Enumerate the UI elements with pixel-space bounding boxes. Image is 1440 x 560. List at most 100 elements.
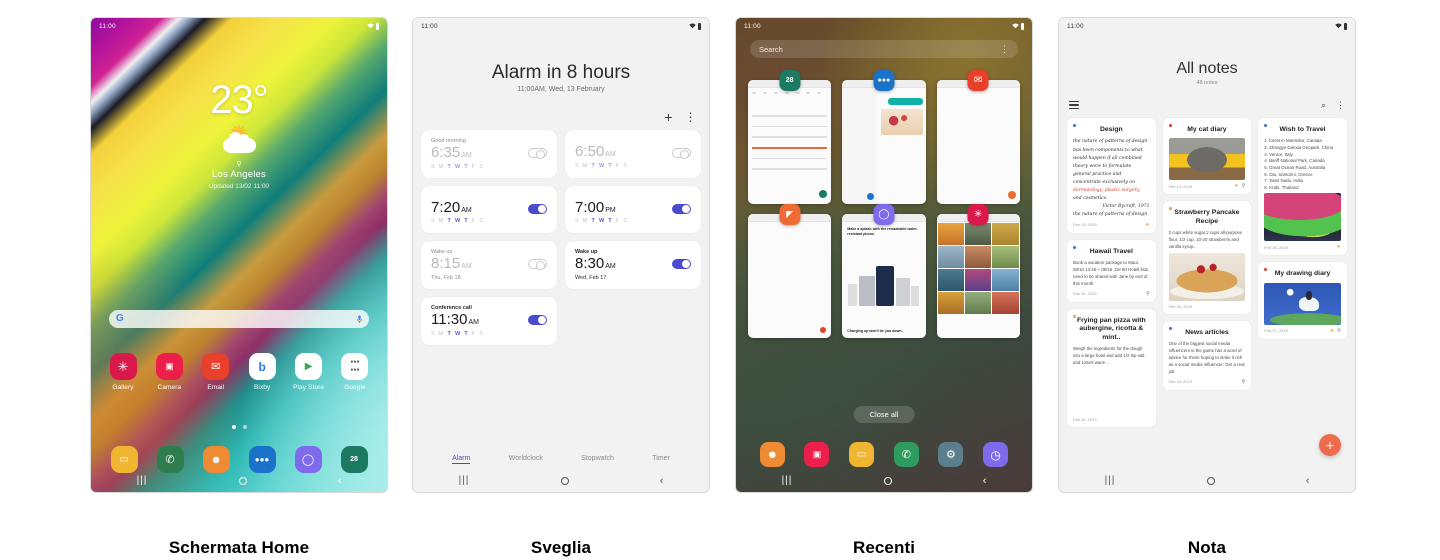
pin-icon: ⚲: [1241, 183, 1246, 190]
clock-icon[interactable]: ◷: [983, 442, 1009, 467]
tab-stopwatch[interactable]: Stopwatch: [581, 455, 614, 465]
recent-card-calendar[interactable]: 28: [748, 70, 832, 204]
calendar-icon[interactable]: 28: [340, 446, 368, 473]
note-card-cat[interactable]: My cat diary Feb 19, 2019 ★ ⚲: [1162, 118, 1252, 195]
alarm-toggle[interactable]: [672, 148, 691, 159]
list-item: 8. Krabi, Thailand: [1264, 184, 1299, 190]
home-icon[interactable]: [883, 477, 892, 485]
home-icon[interactable]: [1206, 477, 1215, 485]
app-label: Play Store: [293, 384, 325, 391]
tab-timer[interactable]: Timer: [652, 455, 670, 465]
hamburger-menu-icon[interactable]: [1069, 99, 1079, 111]
alarm-card[interactable]: 6:50AM S M T W T F S: [565, 130, 701, 178]
weather-widget[interactable]: 23° ⚲ Los Angeles Updated 13/02 11:00: [91, 80, 387, 190]
camera-icon[interactable]: ▣: [804, 442, 830, 467]
alarm-date: Thu, Feb 18: [431, 275, 461, 281]
internet-icon[interactable]: ◯: [294, 446, 322, 473]
alarm-toggle[interactable]: [672, 203, 691, 214]
status-icons: [1334, 22, 1347, 30]
search-icon[interactable]: ⌕: [1321, 100, 1326, 111]
app-google-folder[interactable]: ●●● ●●● Google: [333, 353, 377, 391]
recent-card-notes[interactable]: ◤: [748, 204, 832, 338]
back-icon[interactable]: ‹: [660, 475, 664, 487]
note-title: Design: [1099, 126, 1123, 133]
recent-card-gallery[interactable]: ✳: [936, 204, 1020, 338]
recent-thumbnail: [936, 80, 1020, 204]
settings-icon[interactable]: ⚙: [938, 442, 964, 467]
recents-icon[interactable]: |||: [459, 476, 470, 486]
note-title: Frying pan pizza with aubergine, ricotta…: [1076, 316, 1146, 341]
back-icon[interactable]: ‹: [1306, 475, 1310, 487]
app-play-store[interactable]: ▶ Play Store: [287, 353, 331, 391]
alarm-toggle[interactable]: [672, 258, 691, 269]
back-icon[interactable]: ‹: [983, 475, 987, 487]
alarm-card[interactable]: Wake up 8:30AM Wed, Feb 17: [565, 240, 701, 289]
search-input[interactable]: Search ⋮: [750, 40, 1018, 58]
alarm-card[interactable]: 7:00PM S M T W T F S: [565, 185, 701, 233]
note-card-design[interactable]: Design the nature of patterns of design …: [1067, 118, 1156, 233]
email-icon: ✉: [202, 353, 230, 380]
note-card-news[interactable]: News articles One of the biggest social …: [1162, 320, 1252, 390]
phone-recents-screen: 11:00 Search ⋮ 28 ●●● ✉ ◤ ◯ Make a splas…: [735, 17, 1033, 493]
alarm-toggle[interactable]: [528, 315, 547, 325]
weather-temperature: 23°: [210, 78, 269, 122]
recent-card-internet[interactable]: ◯ Make a splash with the remarkable wate…: [842, 204, 926, 338]
alarm-toggle[interactable]: [528, 258, 547, 270]
note-card-pizza[interactable]: Frying pan pizza with aubergine, ricotta…: [1067, 308, 1156, 427]
close-all-button[interactable]: Close all: [853, 406, 915, 423]
alarm-card[interactable]: Conference call 11:30AM S M T W T F S: [421, 297, 557, 345]
phone-alarm-screen: 11:00 Alarm in 8 hours 11:00AM, Wed, 13 …: [412, 17, 710, 493]
status-icons: [1011, 22, 1024, 30]
tab-worldclock[interactable]: Worldclock: [509, 455, 543, 465]
recent-card-email[interactable]: ✉: [936, 70, 1020, 204]
plus-icon[interactable]: +: [664, 110, 672, 124]
alarm-card[interactable]: 7:20AM S M T W T F S: [421, 185, 557, 233]
recent-card-messages[interactable]: ●●●: [842, 70, 926, 204]
alarm-toggle[interactable]: [528, 148, 547, 159]
messages-icon[interactable]: ●●●: [248, 446, 276, 473]
note-tag-icon: [1073, 124, 1076, 127]
tab-alarm[interactable]: Alarm: [452, 455, 471, 464]
add-note-button[interactable]: +: [1319, 434, 1341, 456]
phone-icon[interactable]: ✆: [893, 442, 919, 467]
note-title: Strawberry Pancake Recipe: [1174, 209, 1240, 225]
note-card-wish-travel[interactable]: Wish to Travel 1. forest in Manitoba, Ca…: [1258, 118, 1347, 256]
back-icon[interactable]: ‹: [338, 475, 342, 487]
home-icon[interactable]: [238, 477, 247, 485]
contacts-icon[interactable]: ☻: [202, 446, 230, 473]
recents-icon[interactable]: |||: [782, 476, 793, 486]
note-marks: ⚲: [1146, 291, 1150, 297]
my-files-icon[interactable]: ▭: [849, 442, 875, 467]
bixby-icon: b: [248, 353, 276, 380]
app-bixby[interactable]: b Bixby: [240, 353, 284, 391]
more-options-icon[interactable]: ⋮: [1000, 44, 1009, 55]
app-gallery[interactable]: ✳ Gallery: [101, 353, 145, 391]
star-icon: ★: [1336, 244, 1341, 251]
more-options-icon[interactable]: ⋮: [1336, 100, 1345, 111]
app-email[interactable]: ✉ Email: [194, 353, 238, 391]
microphone-icon[interactable]: [357, 314, 362, 324]
page-indicator[interactable]: [91, 425, 387, 429]
alarm-card[interactable]: Good morning 6:35AM S M T W T F S: [421, 130, 557, 178]
my-files-icon[interactable]: ▭: [110, 446, 138, 473]
alarm-card[interactable]: Wake up 8:15AM Thu, Feb 18: [421, 240, 557, 289]
app-camera[interactable]: ▣ Camera: [147, 353, 191, 391]
google-search-bar[interactable]: G: [109, 310, 369, 328]
more-options-icon[interactable]: ⋮: [685, 111, 698, 123]
note-card-hawaii[interactable]: Hawaii Travel Book a vacation package to…: [1067, 239, 1156, 302]
recent-thumbnail: [748, 214, 832, 338]
alarm-toggle[interactable]: [528, 203, 547, 214]
home-icon[interactable]: [560, 477, 569, 485]
alarm-days: S M T W T F S: [431, 330, 485, 337]
note-handwriting: the nature of patterns of design has bee…: [1073, 139, 1150, 217]
recents-icon[interactable]: |||: [1105, 476, 1116, 486]
clock-tabs: Alarm Worldclock Stopwatch Timer: [413, 455, 709, 465]
note-card-pancake[interactable]: Strawberry Pancake Recipe 2 cups white s…: [1162, 201, 1252, 314]
note-date: Feb 19, 2019: [1168, 183, 1193, 189]
recents-icon[interactable]: |||: [137, 476, 148, 486]
contacts-icon[interactable]: ☻: [759, 442, 785, 467]
app-grid: ✳ Gallery ▣ Camera ✉ Email b Bixby ▶ Pla…: [101, 353, 377, 391]
note-date: Feb 26, 2019: [1264, 244, 1288, 250]
note-card-drawing-diary[interactable]: My drawing diary Feb 27, 2019 ★ ⚲: [1258, 262, 1347, 339]
phone-icon[interactable]: ✆: [156, 446, 184, 473]
